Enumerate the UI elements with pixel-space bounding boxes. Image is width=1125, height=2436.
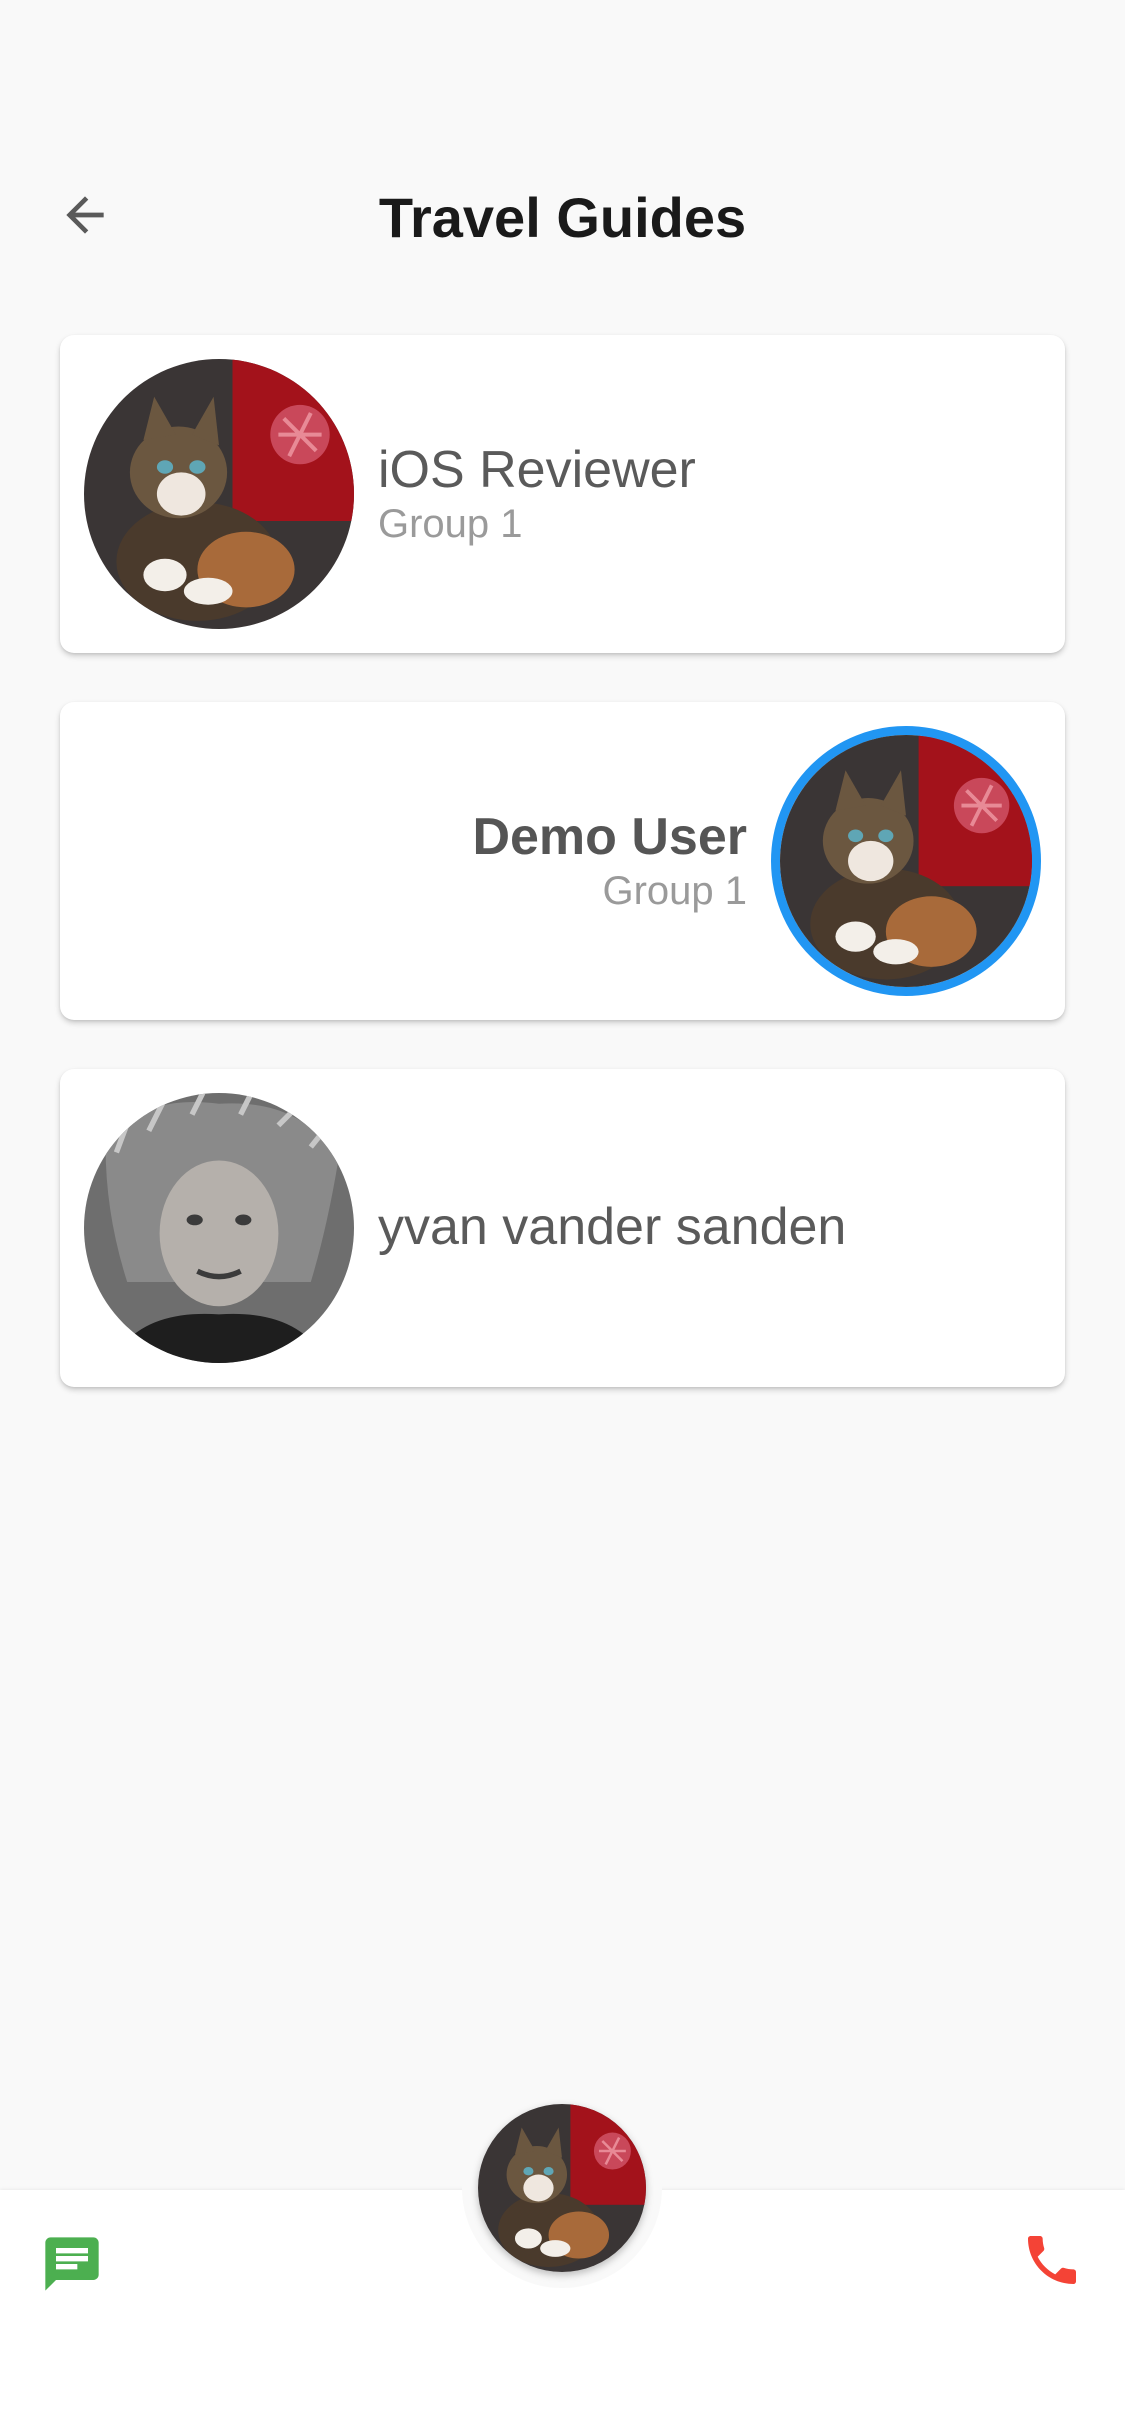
contact-group: Group 1 [378,502,523,547]
contact-name: yvan vander sanden [378,1198,847,1257]
avatar [84,359,354,629]
contact-card-yvan[interactable]: yvan vander sanden [60,1069,1065,1387]
cat-photo-icon [780,735,1032,987]
contact-card-ios-reviewer[interactable]: iOS Reviewer Group 1 [60,335,1065,653]
app-header: Travel Guides [0,150,1125,280]
message-icon [45,2237,99,2291]
message-button[interactable] [40,2232,104,2296]
center-avatar-button[interactable] [478,2104,646,2272]
contact-text: Demo User Group 1 [90,702,747,1020]
man-photo-icon [84,1093,354,1363]
page-title: Travel Guides [378,186,747,249]
contact-card-demo-user[interactable]: Demo User Group 1 [60,702,1065,1020]
phone-icon [1028,2236,1076,2284]
contact-name: Demo User [472,807,747,866]
avatar [84,1093,354,1363]
contact-group: Group 1 [602,869,747,914]
cat-photo-icon [478,2104,646,2272]
cat-photo-icon [84,359,354,629]
avatar-current-user [771,726,1041,996]
call-button[interactable] [1020,2228,1084,2292]
contact-text: iOS Reviewer Group 1 [378,335,1035,653]
contact-text: yvan vander sanden [378,1069,1035,1387]
contact-name: iOS Reviewer [378,440,696,499]
